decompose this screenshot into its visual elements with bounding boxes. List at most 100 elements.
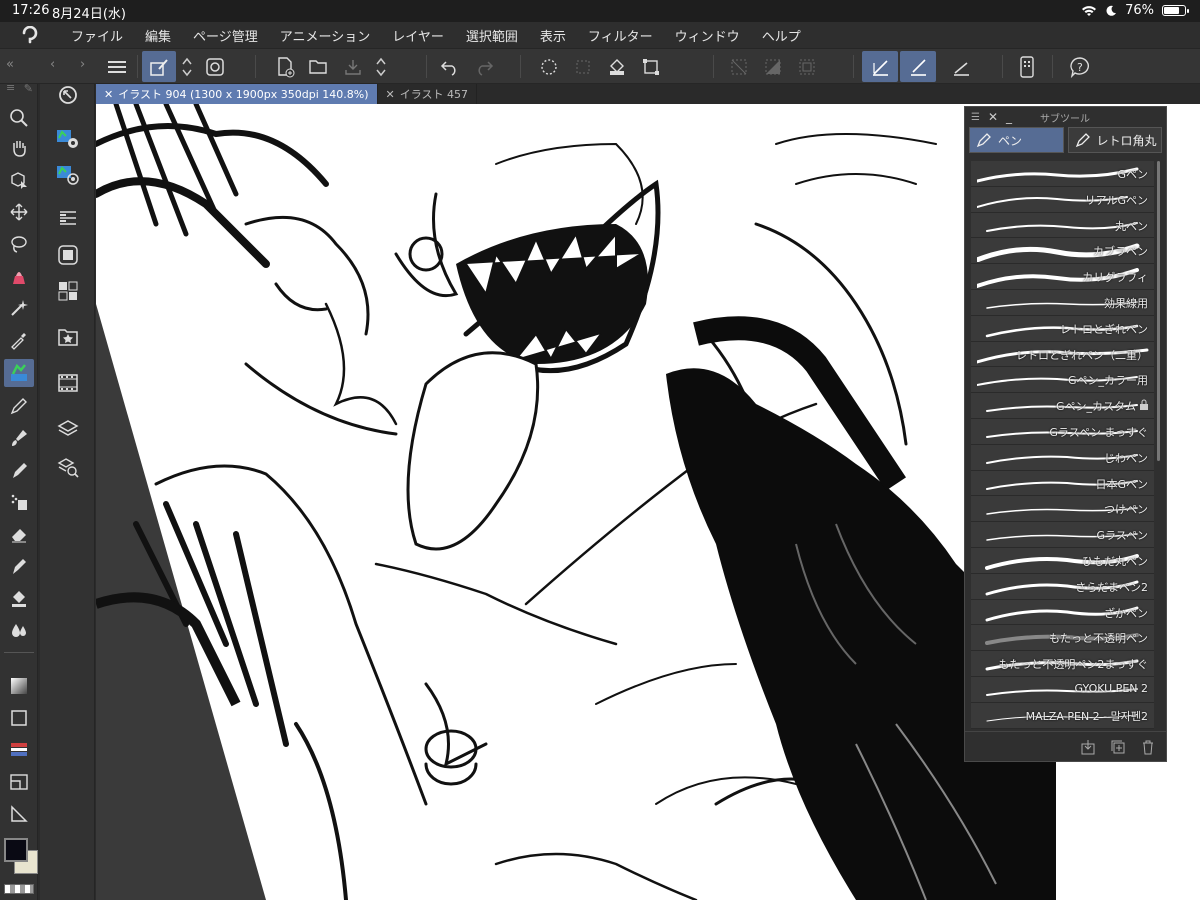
hamburger-menu-icon[interactable]	[100, 51, 134, 82]
brush-size-icon[interactable]	[53, 160, 83, 190]
menu-window[interactable]: ウィンドウ	[664, 26, 751, 45]
save-stepper-icon[interactable]	[370, 51, 392, 82]
mode-stepper-icon[interactable]	[176, 51, 198, 82]
transform-icon[interactable]	[634, 51, 668, 82]
redo-icon[interactable]	[467, 51, 501, 82]
tool-property-icon[interactable]	[53, 124, 83, 154]
group-retro[interactable]: レトロ角丸	[1068, 127, 1163, 153]
wand-icon[interactable]	[4, 294, 34, 322]
import-icon[interactable]	[1080, 739, 1096, 755]
menu-view[interactable]: 表示	[529, 26, 577, 45]
tab-illust-457[interactable]: ✕ イラスト 457	[378, 84, 478, 104]
menu-edit[interactable]: 編集	[134, 26, 182, 45]
timeline-icon[interactable]	[53, 368, 83, 398]
ruler-icon[interactable]	[4, 800, 34, 828]
auto-select-icon[interactable]	[4, 262, 34, 290]
smartphone-icon[interactable]	[1010, 51, 1044, 82]
zoom-tool-icon[interactable]	[4, 104, 34, 132]
group-pen[interactable]: ペン	[969, 127, 1064, 153]
edit-mode-icon[interactable]	[142, 51, 176, 82]
layer-property-icon[interactable]	[53, 204, 83, 234]
collapse-left-3-icon[interactable]: ›	[80, 57, 85, 72]
menu-animation[interactable]: アニメーション	[269, 26, 381, 45]
brush-item[interactable]: リアルGペン	[971, 187, 1154, 213]
help-icon[interactable]: ?	[1063, 51, 1097, 82]
save-icon[interactable]	[336, 51, 370, 82]
brush-item[interactable]: GYOKU PEN 2	[971, 677, 1154, 703]
invert-selection-icon[interactable]	[756, 51, 790, 82]
tab-illust-904[interactable]: ✕ イラスト 904 (1300 x 1900px 350dpi 140.8%)	[96, 84, 378, 104]
drops-icon[interactable]	[4, 616, 34, 644]
snap-grid-icon[interactable]	[944, 51, 978, 82]
brush-item[interactable]: 丸ペン	[971, 213, 1154, 239]
palette-close-icon[interactable]: ✕	[988, 110, 998, 124]
navigator-icon[interactable]	[53, 80, 83, 110]
figure-icon[interactable]	[4, 704, 34, 732]
move-layer-icon[interactable]	[4, 198, 34, 226]
hand-tool-icon[interactable]	[4, 134, 34, 162]
close-tab-icon[interactable]: ✕	[104, 88, 113, 101]
brush-item[interactable]: レトロとぎれペン	[971, 316, 1154, 342]
palette-minimize-icon[interactable]: _	[1006, 110, 1012, 124]
brush-item[interactable]: 効果線用	[971, 290, 1154, 316]
trash-icon[interactable]	[1140, 739, 1156, 755]
brush-item[interactable]: Gペン	[971, 161, 1154, 187]
brush-item[interactable]: カブラペン	[971, 238, 1154, 264]
object-tool-icon[interactable]	[4, 166, 34, 194]
clear-icon[interactable]	[532, 51, 566, 82]
undo-icon[interactable]	[433, 51, 467, 82]
brush-item[interactable]: MALZA PEN 2 - 말자펜2	[971, 703, 1154, 729]
companion-icon[interactable]	[198, 51, 232, 82]
menu-page[interactable]: ページ管理	[182, 26, 269, 45]
brush-list-scrollbar[interactable]	[1157, 161, 1160, 461]
clear-outside-icon[interactable]	[566, 51, 600, 82]
fill-tool-icon[interactable]	[4, 584, 34, 612]
lasso-icon[interactable]	[4, 230, 34, 258]
transparent-color-swatch[interactable]	[4, 884, 34, 894]
snap-ruler-icon[interactable]	[862, 51, 898, 82]
brush-item[interactable]: Gペン_カラー用	[971, 367, 1154, 393]
menu-filter[interactable]: フィルター	[577, 26, 664, 45]
selection-border-icon[interactable]	[790, 51, 824, 82]
brush-item[interactable]: 日本Gペン	[971, 471, 1154, 497]
brush-item[interactable]: もたっと不透明ペン2まっすぐ	[971, 651, 1154, 677]
decoration-icon[interactable]	[4, 488, 34, 516]
blend-icon[interactable]	[4, 552, 34, 580]
brush-item[interactable]: さらだまペン2	[971, 574, 1154, 600]
text-flag-icon[interactable]	[4, 736, 34, 764]
brush-item[interactable]: レトロとぎれペン（二重）	[971, 342, 1154, 368]
deselect-icon[interactable]	[722, 51, 756, 82]
brush-item[interactable]: ひもだ丸ペン	[971, 548, 1154, 574]
menu-file[interactable]: ファイル	[60, 26, 134, 45]
frame-icon[interactable]	[4, 768, 34, 796]
menu-layer[interactable]: レイヤー	[381, 26, 455, 45]
material-icon[interactable]	[53, 322, 83, 352]
layer-search-icon[interactable]	[53, 452, 83, 482]
eraser-icon[interactable]	[4, 520, 34, 548]
brush-item[interactable]: もたっと不透明ペン	[971, 625, 1154, 651]
close-tab-icon[interactable]: ✕	[386, 88, 395, 101]
main-color-swatch[interactable]	[4, 838, 28, 862]
snap-special-ruler-icon[interactable]	[900, 51, 936, 82]
duplicate-icon[interactable]	[1110, 739, 1126, 755]
new-file-icon[interactable]	[268, 51, 302, 82]
menu-selection[interactable]: 選択範囲	[455, 26, 529, 45]
gradient-icon[interactable]	[4, 672, 34, 700]
fill-icon[interactable]	[600, 51, 634, 82]
eyedropper-icon[interactable]	[4, 326, 34, 354]
brush-item[interactable]: つけペン	[971, 496, 1154, 522]
brush-tool-icon[interactable]	[4, 424, 34, 452]
app-logo-icon[interactable]	[0, 26, 60, 44]
brush-item[interactable]: Gラスペン まっすぐ	[971, 419, 1154, 445]
color-set-icon[interactable]	[53, 276, 83, 306]
layer-icon[interactable]	[53, 414, 83, 444]
palette-menu-icon[interactable]: ☰	[971, 112, 980, 123]
collapse-left-2-icon[interactable]: ‹	[50, 57, 55, 72]
brush-item[interactable]: カリグラフィ	[971, 264, 1154, 290]
brush-item[interactable]: ざかペン	[971, 600, 1154, 626]
collapse-left-icon[interactable]: «	[6, 57, 14, 72]
pen-tool-icon[interactable]	[4, 359, 34, 387]
brush-item[interactable]: Gラスペン	[971, 522, 1154, 548]
open-folder-icon[interactable]	[302, 51, 336, 82]
airbrush-icon[interactable]	[4, 456, 34, 484]
